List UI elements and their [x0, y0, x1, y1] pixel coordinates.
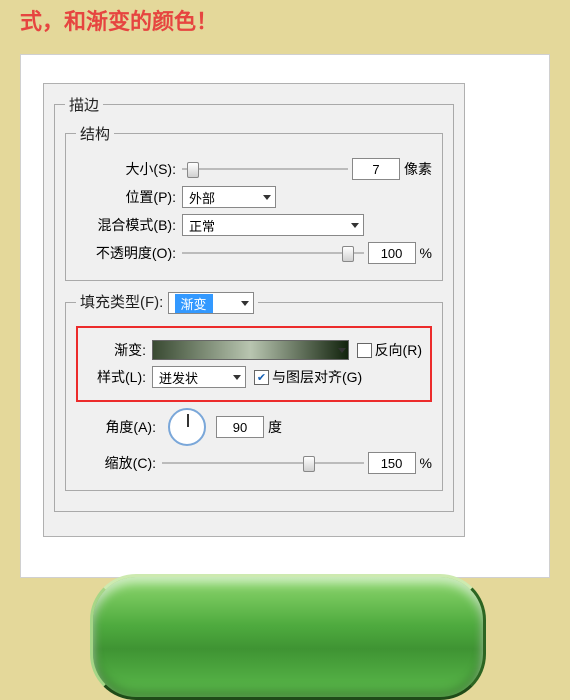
angle-dial[interactable] [168, 408, 206, 446]
gradient-row: 渐变: 反向(R) [86, 340, 422, 360]
fill-type-value: 渐变 [175, 294, 213, 313]
structure-fieldset: 结构 大小(S): 像素 位置(P): 外部 [65, 123, 443, 281]
scale-unit: % [420, 455, 432, 471]
scale-row: 缩放(C): % [76, 452, 432, 474]
align-label: 与图层对齐(G) [272, 367, 362, 387]
size-input[interactable] [352, 158, 400, 180]
chevron-down-icon [263, 195, 271, 200]
size-slider[interactable] [182, 160, 348, 178]
align-checkbox[interactable]: ✔ [254, 370, 269, 385]
position-combo[interactable]: 外部 [182, 186, 276, 208]
chevron-down-icon [241, 301, 249, 306]
white-background: 描边 结构 大小(S): 像素 位置(P): [20, 54, 550, 578]
chevron-down-icon [233, 375, 241, 380]
fill-type-label: 填充类型(F): [80, 294, 163, 311]
size-slider-thumb[interactable] [187, 162, 199, 178]
scale-slider-thumb[interactable] [303, 456, 315, 472]
gradient-swatch[interactable] [152, 340, 349, 360]
angle-label: 角度(A): [76, 417, 162, 437]
blend-label: 混合模式(B): [76, 215, 182, 235]
reverse-checkbox[interactable] [357, 343, 372, 358]
fill-fieldset: 填充类型(F): 渐变 渐变: 反向( [65, 291, 443, 491]
blend-combo[interactable]: 正常 [182, 214, 364, 236]
panel-title: 描边 [65, 94, 103, 115]
chevron-down-icon [351, 223, 359, 228]
blend-value: 正常 [189, 216, 215, 235]
fill-type-combo[interactable]: 渐变 [168, 292, 254, 314]
stroke-panel: 描边 结构 大小(S): 像素 位置(P): [43, 83, 465, 537]
scale-label: 缩放(C): [76, 453, 162, 473]
gradient-label: 渐变: [86, 340, 152, 360]
panel-fieldset: 描边 结构 大小(S): 像素 位置(P): [54, 94, 454, 512]
fill-legend-row: 填充类型(F): 渐变 [76, 291, 258, 314]
size-unit: 像素 [404, 159, 432, 179]
position-row: 位置(P): 外部 [76, 186, 432, 208]
angle-row: 角度(A): 度 [76, 408, 432, 446]
size-label: 大小(S): [76, 159, 182, 179]
opacity-input[interactable] [368, 242, 416, 264]
reverse-label: 反向(R) [375, 340, 422, 360]
opacity-unit: % [420, 245, 432, 261]
scale-slider[interactable] [162, 454, 364, 472]
chevron-down-icon [338, 348, 346, 353]
intro-text: 式，和渐变的颜色！ [20, 4, 550, 36]
result-button-preview [90, 574, 486, 700]
opacity-slider-thumb[interactable] [342, 246, 354, 262]
size-row: 大小(S): 像素 [76, 158, 432, 180]
blend-row: 混合模式(B): 正常 [76, 214, 432, 236]
scale-input[interactable] [368, 452, 416, 474]
position-label: 位置(P): [76, 187, 182, 207]
angle-input[interactable] [216, 416, 264, 438]
structure-legend: 结构 [76, 123, 114, 144]
opacity-label: 不透明度(O): [76, 243, 182, 263]
style-row: 样式(L): 迸发状 ✔ 与图层对齐(G) [86, 366, 422, 388]
opacity-row: 不透明度(O): % [76, 242, 432, 264]
style-label: 样式(L): [86, 367, 152, 387]
opacity-slider[interactable] [182, 244, 364, 262]
highlight-box: 渐变: 反向(R) 样式(L): 迸发状 [76, 326, 432, 402]
position-value: 外部 [189, 188, 215, 207]
angle-unit: 度 [268, 417, 282, 437]
style-combo[interactable]: 迸发状 [152, 366, 246, 388]
style-value: 迸发状 [159, 368, 198, 387]
